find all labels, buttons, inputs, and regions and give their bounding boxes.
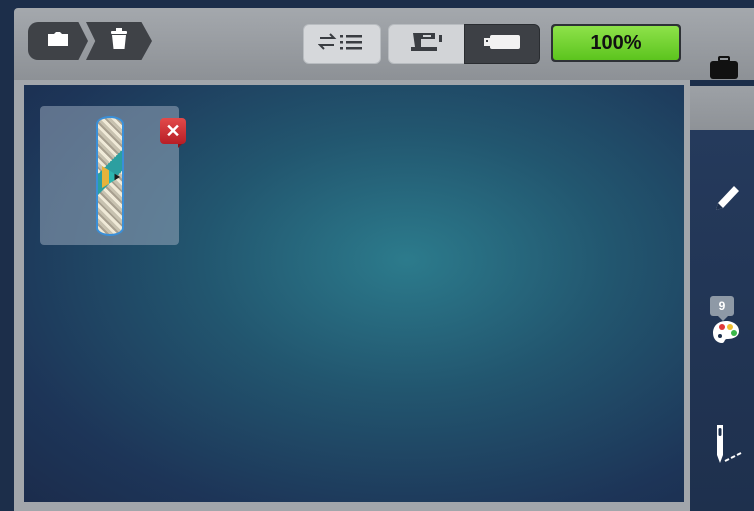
sewing-machine-icon (409, 31, 445, 58)
color-palette-button[interactable] (708, 318, 744, 350)
sort-list-icon (317, 32, 366, 57)
zoom-level-value: 100% (553, 26, 679, 60)
color-count-badge: 9 (710, 296, 734, 316)
design-motif (102, 166, 120, 188)
breadcrumb-trash[interactable] (86, 22, 152, 60)
breadcrumb-folder[interactable] (28, 22, 88, 60)
embroidery-design[interactable] (96, 116, 124, 236)
palette-icon (711, 319, 741, 350)
stitch-button[interactable] (708, 424, 748, 470)
usb-tab[interactable] (464, 24, 540, 64)
case-button[interactable] (706, 55, 742, 85)
design-thumbnail[interactable]: ✕ (40, 106, 186, 245)
pencil-icon (712, 182, 742, 219)
machine-memory-tab[interactable] (388, 24, 466, 64)
usb-icon (482, 33, 522, 56)
trash-icon (109, 27, 129, 55)
delete-design-button[interactable]: ✕ (160, 118, 186, 144)
folder-icon (46, 30, 70, 53)
briefcase-icon (708, 55, 740, 85)
needle-stitch-icon (709, 423, 747, 472)
side-panel-header (684, 86, 754, 136)
sort-list-button[interactable] (303, 24, 381, 64)
embroidery-app: 100% ✕ 9 (0, 0, 754, 511)
edit-button[interactable] (708, 182, 746, 218)
zoom-level-button[interactable]: 100% (551, 24, 681, 62)
